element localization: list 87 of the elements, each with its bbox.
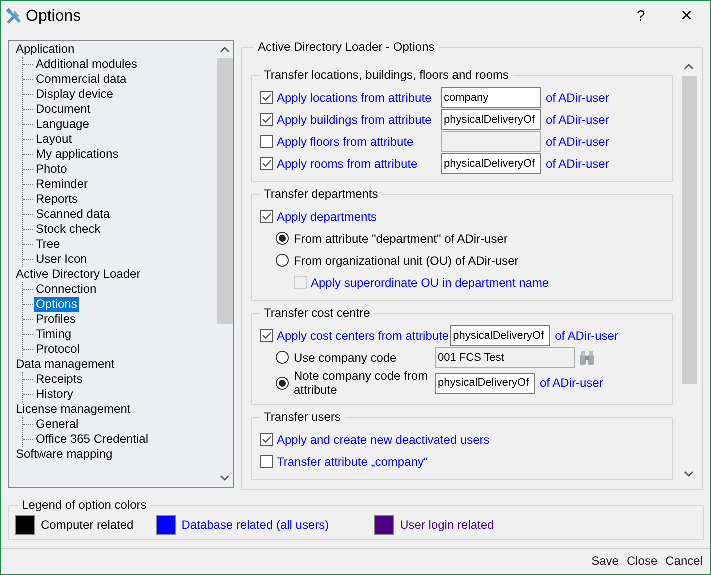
tree-item[interactable]: Profiles — [34, 312, 78, 327]
tree-item[interactable]: Photo — [34, 162, 70, 177]
radio-button[interactable] — [276, 351, 289, 364]
tree-item[interactable]: Tree — [34, 237, 62, 252]
input-field[interactable]: company — [441, 87, 541, 108]
tree-item[interactable]: General — [34, 417, 81, 432]
tree-item[interactable]: User Icon — [34, 252, 90, 267]
tree-item[interactable]: Data management — [14, 357, 117, 372]
checkbox[interactable] — [260, 329, 273, 342]
tree-item[interactable]: Active Directory Loader — [14, 267, 143, 282]
section-title: Transfer departments — [263, 187, 380, 201]
legend-title: Legend of option colors — [21, 498, 148, 512]
tree-item[interactable]: Timing — [34, 327, 74, 342]
binoculars-icon[interactable] — [579, 350, 595, 366]
radio-button[interactable] — [276, 254, 289, 267]
attribute-source-label: of ADir-user — [546, 112, 610, 126]
tree-item[interactable]: Application — [14, 42, 77, 57]
option-label: Apply floors from attribute — [277, 134, 415, 148]
input-field[interactable]: physicalDeliveryOf — [441, 109, 541, 130]
option-label: Apply rooms from attribute — [277, 156, 419, 170]
tree-item[interactable]: Protocol — [34, 342, 82, 357]
tree-item[interactable]: Layout — [34, 132, 74, 147]
dialog-button[interactable]: Close — [624, 552, 661, 570]
option-label: Apply cost centers from attribute — [277, 328, 450, 342]
tree-item[interactable]: Display device — [34, 87, 116, 102]
tree-item[interactable]: Software mapping — [14, 447, 115, 462]
option-label: From attribute "department" of ADir-user — [294, 232, 508, 246]
option-label: From organizational unit (OU) of ADir-user — [294, 254, 519, 268]
tree-item[interactable]: Scanned data — [34, 207, 112, 222]
tree-item[interactable]: Commercial data — [34, 72, 129, 87]
option-label: Use company code — [294, 350, 398, 364]
tree-item[interactable]: Receipts — [34, 372, 85, 387]
option-label: Apply and create new deactivated users — [277, 432, 490, 446]
tree-item[interactable]: History — [34, 387, 76, 402]
tree-item[interactable]: Connection — [34, 282, 99, 297]
input-field[interactable]: physicalDeliveryOf — [450, 325, 550, 346]
section-title: Transfer users — [263, 410, 342, 424]
tree-item[interactable]: Reminder — [34, 177, 90, 192]
checkbox[interactable] — [260, 455, 273, 468]
option-label: Apply departments — [277, 210, 378, 224]
radio-button[interactable] — [276, 232, 289, 245]
input-field[interactable]: physicalDeliveryOf — [441, 153, 541, 174]
scroll-down-icon[interactable] — [220, 473, 230, 483]
tree-item[interactable]: Language — [34, 117, 92, 132]
checkbox[interactable] — [260, 433, 273, 446]
checkbox[interactable] — [260, 113, 273, 126]
tools-icon — [5, 8, 23, 26]
tree-item[interactable]: Additional modules — [34, 57, 140, 72]
scroll-down-icon[interactable] — [684, 469, 694, 479]
dialog-button[interactable]: Save — [588, 552, 622, 570]
group-title: Active Directory Loader - Options — [257, 40, 436, 54]
tree-item[interactable]: Reports — [34, 192, 80, 207]
attribute-source-label: of ADir-user — [540, 376, 604, 390]
tree-item[interactable]: Document — [34, 102, 93, 117]
close-button[interactable]: × — [664, 1, 710, 32]
legend-label: Computer related — [41, 518, 134, 532]
checkbox[interactable] — [260, 91, 273, 104]
option-label: Apply locations from attribute — [277, 90, 433, 104]
legend-label: Database related (all users) — [182, 518, 330, 532]
tree-item[interactable]: License management — [14, 402, 133, 417]
scroll-up-icon[interactable] — [684, 62, 694, 72]
attribute-source-label: of ADir-user — [555, 328, 618, 342]
legend-label: User login related — [400, 518, 494, 532]
radio-button[interactable] — [276, 376, 289, 390]
window-title: Options — [26, 8, 82, 26]
checkbox[interactable] — [260, 157, 273, 170]
scrollbar-thumb[interactable] — [217, 58, 233, 324]
tree-item[interactable]: Options — [34, 297, 80, 312]
option-label: Transfer attribute „company“ — [277, 454, 428, 468]
attribute-source-label: of ADir-user — [546, 156, 610, 170]
option-label: Apply superordinate OU in department name — [311, 276, 550, 290]
attribute-source-label: of ADir-user — [546, 90, 610, 104]
tree-item[interactable]: Office 365 Credential — [34, 432, 151, 447]
checkbox[interactable] — [260, 135, 273, 148]
section-title: Transfer locations, buildings, floors and rooms — [263, 68, 510, 82]
scroll-up-icon[interactable] — [220, 45, 230, 55]
attribute-source-label: of ADir-user — [546, 134, 610, 148]
option-label: Apply buildings from attribute — [277, 112, 433, 126]
section-title: Transfer cost centre — [263, 306, 372, 320]
checkbox[interactable] — [260, 210, 273, 223]
dialog-button[interactable]: Cancel — [662, 552, 706, 570]
tree-item[interactable]: Stock check — [34, 222, 103, 237]
input-field[interactable]: physicalDeliveryOf — [435, 372, 535, 394]
scrollbar-thumb[interactable] — [682, 76, 697, 384]
option-label: Note company code from attribute — [294, 369, 430, 397]
help-button[interactable]: ? — [618, 1, 664, 32]
tree-item[interactable]: My applications — [34, 147, 121, 162]
